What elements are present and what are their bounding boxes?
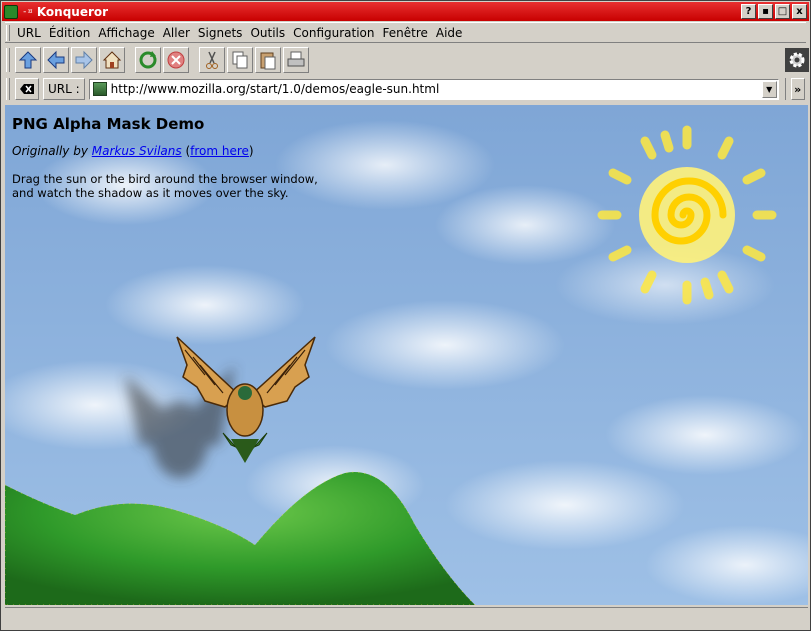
menu-outils[interactable]: Outils (246, 26, 289, 40)
paste-button[interactable] (255, 47, 281, 73)
back-arrow-icon (47, 50, 65, 70)
browser-window: -¤ Konqueror ? ▪ □ x URL Édition Afficha… (0, 0, 811, 631)
locbar-separator (784, 78, 789, 100)
sun-image[interactable] (597, 125, 777, 305)
title-bar[interactable]: -¤ Konqueror ? ▪ □ x (2, 2, 809, 21)
instructions-line-2: and watch the shadow as it moves over th… (12, 186, 289, 200)
minimize-button[interactable]: ▪ (758, 4, 773, 19)
locbar-grip[interactable] (6, 78, 10, 100)
url-label: URL : (43, 78, 85, 100)
source-paren: (from here) (185, 144, 254, 158)
maximize-button[interactable]: □ (775, 4, 790, 19)
url-text[interactable]: http://www.mozilla.org/start/1.0/demos/e… (111, 82, 762, 96)
menu-bar: URL Édition Affichage Aller Signets Outi… (5, 22, 806, 43)
menubar-grip[interactable] (6, 24, 10, 41)
byline: Originally by Markus Svilans (from here) (12, 144, 254, 158)
clear-location-icon (20, 84, 34, 94)
author-link[interactable]: Markus Svilans (92, 144, 182, 158)
menu-aide[interactable]: Aide (432, 26, 467, 40)
window-buttons: ? ▪ □ x (741, 4, 807, 19)
print-icon (287, 51, 305, 67)
print-button[interactable] (283, 47, 309, 73)
copy-button[interactable] (227, 47, 253, 73)
activity-gear-icon (789, 52, 805, 68)
home-button[interactable] (99, 47, 125, 73)
home-icon (102, 51, 122, 69)
menu-signets[interactable]: Signets (194, 26, 247, 40)
instructions-line-1: Drag the sun or the bird around the brow… (12, 172, 318, 186)
menu-aller[interactable]: Aller (159, 26, 194, 40)
page-title: PNG Alpha Mask Demo (12, 115, 205, 133)
forward-arrow-icon (75, 50, 93, 70)
url-field[interactable]: http://www.mozilla.org/start/1.0/demos/e… (88, 78, 779, 100)
paste-icon (260, 52, 276, 70)
hills-image (5, 471, 476, 605)
toolbar-grip[interactable] (6, 48, 10, 72)
chevron-down-icon[interactable]: ▼ (761, 80, 777, 98)
reload-button[interactable] (135, 47, 161, 73)
stop-button[interactable] (163, 47, 189, 73)
instructions-text: Drag the sun or the bird around the brow… (12, 172, 332, 200)
help-button[interactable]: ? (741, 4, 756, 19)
activity-gear[interactable] (785, 48, 809, 72)
pin-icon[interactable]: -¤ (22, 7, 33, 17)
cut-button[interactable] (199, 47, 225, 73)
menu-edition[interactable]: Édition (45, 26, 95, 40)
location-toolbar: URL : http://www.mozilla.org/start/1.0/d… (5, 76, 809, 102)
status-bar (5, 607, 808, 628)
page-content: PNG Alpha Mask Demo Originally by Markus… (5, 105, 808, 605)
up-button[interactable] (15, 47, 41, 73)
reload-icon (139, 51, 157, 69)
clear-location-button[interactable] (15, 78, 39, 100)
menu-configuration[interactable]: Configuration (289, 26, 378, 40)
menu-url[interactable]: URL (13, 26, 45, 40)
copy-icon (232, 51, 248, 69)
back-button[interactable] (43, 47, 69, 73)
forward-button[interactable] (71, 47, 97, 73)
stop-icon (167, 51, 185, 69)
menu-fenetre[interactable]: Fenêtre (379, 26, 432, 40)
byline-prefix: Originally by (12, 144, 88, 158)
konqueror-app-icon[interactable] (4, 4, 18, 19)
toolbar-overflow-button[interactable]: » (790, 78, 805, 100)
menu-affichage[interactable]: Affichage (94, 26, 158, 40)
window-title: Konqueror (36, 4, 109, 19)
close-button[interactable]: x (792, 4, 807, 19)
source-link[interactable]: from here (190, 144, 249, 158)
cut-icon (206, 51, 218, 69)
main-toolbar (5, 45, 809, 75)
page-favicon-icon (92, 82, 107, 96)
up-arrow-icon (18, 51, 38, 69)
